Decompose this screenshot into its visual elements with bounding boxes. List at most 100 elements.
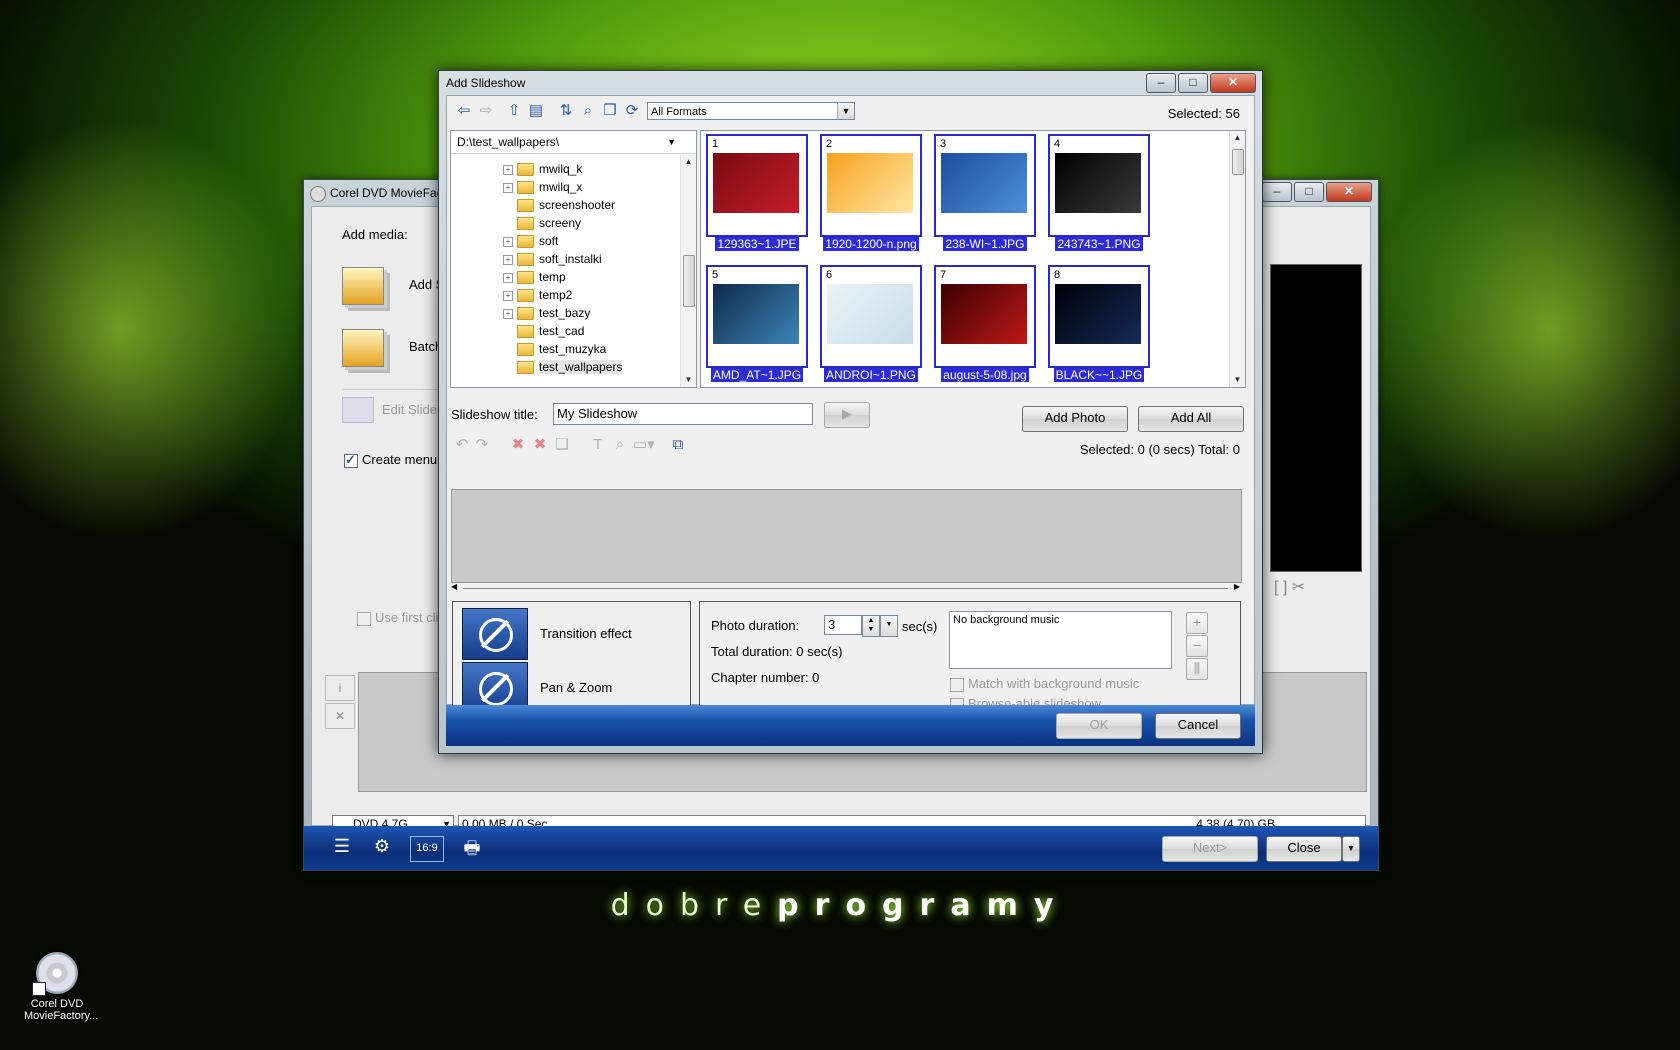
expand-icon[interactable]: +	[503, 236, 513, 247]
match-music-row[interactable]: Match with background music	[950, 676, 1139, 692]
delete-photo-icon[interactable]: ✖	[509, 436, 527, 454]
expand-icon[interactable]: +	[503, 182, 513, 193]
thumbnail-grid[interactable]: 1 129363~1.JPE 2 1920-1200-n.png 3 238-WI~1.J…	[700, 130, 1246, 388]
next-button[interactable]: Next>	[1162, 836, 1258, 862]
folder-tree-icon[interactable]: ▤	[527, 102, 545, 120]
tree-item[interactable]: test_muzyka	[503, 341, 606, 358]
view-icon[interactable]: ❐	[601, 102, 619, 120]
folder-path-select[interactable]: D:\test_wallpapers\ ▼	[451, 131, 696, 154]
remove-music-icon[interactable]: −	[1186, 635, 1208, 657]
menu-list-icon[interactable]: ☰	[326, 836, 358, 860]
settings-icon[interactable]: ⚙	[366, 836, 398, 860]
delete-all-icon[interactable]: ✖	[531, 436, 549, 454]
expand-icon[interactable]: +	[503, 308, 513, 319]
slideshow-title-input[interactable]: My Slideshow	[553, 403, 813, 425]
thumbnail-frame[interactable]: 3	[934, 134, 1036, 237]
cancel-button[interactable]: Cancel	[1155, 713, 1241, 739]
delete-icon[interactable]: ✕	[325, 703, 355, 729]
tree-item[interactable]: + temp2	[503, 287, 572, 304]
close-button[interactable]: Close	[1266, 836, 1342, 862]
tree-item[interactable]: + soft_instalki	[503, 251, 602, 268]
photo-thumbnail[interactable]: 6 ANDROI~1.PNG	[820, 265, 928, 385]
add-all-button[interactable]: Add All	[1138, 406, 1244, 432]
music-settings-icon[interactable]: ⫼	[1186, 658, 1208, 680]
photo-thumbnail[interactable]: 1 129363~1.JPE	[706, 134, 814, 254]
thumbnail-frame[interactable]: 4	[1048, 134, 1150, 237]
duration-spinner[interactable]: ▲ ▼	[862, 615, 880, 637]
tree-item[interactable]: + soft	[503, 233, 558, 250]
match-music-checkbox[interactable]	[950, 677, 964, 692]
scroll-up-icon[interactable]: ▲	[1230, 131, 1245, 145]
scroll-down-icon[interactable]: ▼	[681, 373, 696, 387]
duration-dropdown[interactable]: ▼	[880, 615, 898, 637]
photo-thumbnail[interactable]: 2 1920-1200-n.png	[820, 134, 928, 254]
export-icon[interactable]: ⧉	[669, 436, 687, 454]
tree-item[interactable]: screeny	[503, 215, 581, 232]
preview-controls[interactable]: [ ] ✂	[1274, 577, 1305, 597]
info-icon[interactable]: i	[325, 675, 355, 701]
tree-item[interactable]: screenshooter	[503, 197, 615, 214]
rotate-left-icon[interactable]: ↶	[453, 436, 471, 454]
dialog-titlebar[interactable]: Add Slideshow – □ ✕	[439, 71, 1262, 95]
play-button[interactable]: ▶	[824, 402, 870, 428]
tree-item[interactable]: + temp	[503, 269, 566, 286]
thumbnail-frame[interactable]: 2	[820, 134, 922, 237]
scroll-left-icon[interactable]: ◀	[451, 582, 457, 591]
thumbs-scroll-thumb[interactable]	[1232, 149, 1244, 175]
dialog-close-button[interactable]: ✕	[1210, 73, 1256, 93]
dialog-maximize-button[interactable]: □	[1178, 73, 1208, 93]
format-filter-select[interactable]: All Formats ▼	[647, 102, 855, 120]
scroll-down-icon[interactable]: ▼	[1230, 373, 1245, 387]
batch-icon[interactable]	[342, 329, 384, 367]
add-photo-button[interactable]: Add Photo	[1022, 406, 1128, 432]
copy-icon[interactable]: ❏	[553, 436, 571, 454]
tree-item[interactable]: + mwilq_x	[503, 179, 582, 196]
close-window-button[interactable]: ✕	[1326, 182, 1372, 202]
photo-thumbnail[interactable]: 7 august-5-08.jpg	[934, 265, 1042, 385]
thumbnail-frame[interactable]: 8	[1048, 265, 1150, 368]
tree-item[interactable]: test_cad	[503, 323, 584, 340]
expand-icon[interactable]: +	[503, 290, 513, 301]
no-effect-icon[interactable]	[462, 608, 528, 660]
tree-scrollbar[interactable]: ▲ ▼	[680, 155, 696, 387]
photo-thumbnail[interactable]: 8 BLACK~~1.JPG	[1048, 265, 1156, 385]
tree-item[interactable]: + test_bazy	[503, 305, 590, 322]
forward-arrow-icon[interactable]: ⇨	[477, 102, 495, 120]
thumbnail-frame[interactable]: 6	[820, 265, 922, 368]
photo-thumbnail[interactable]: 3 238-WI~1.JPG	[934, 134, 1042, 254]
thumbnail-frame[interactable]: 5	[706, 265, 808, 368]
scroll-up-icon[interactable]: ▲	[681, 155, 696, 169]
photo-duration-input[interactable]: 3	[824, 615, 862, 635]
create-menu-checkbox[interactable]	[344, 452, 358, 468]
add-music-icon[interactable]: +	[1186, 612, 1208, 634]
printer-icon[interactable]: 🖶	[456, 836, 488, 860]
background-music-box[interactable]: No background music	[949, 611, 1172, 669]
thumbnail-frame[interactable]: 7	[934, 265, 1036, 368]
text-icon[interactable]: T	[589, 436, 607, 454]
zoom-icon[interactable]: ⌕	[611, 436, 629, 454]
storyboard-scrollbar[interactable]: ◀ ▶	[451, 582, 1240, 594]
back-arrow-icon[interactable]: ⇦	[455, 102, 473, 120]
add-slideshow-icon[interactable]	[342, 267, 384, 305]
expand-icon[interactable]: +	[503, 164, 513, 175]
storyboard-area[interactable]	[451, 489, 1242, 583]
scroll-right-icon[interactable]: ▶	[1234, 582, 1240, 591]
use-first-clip-row[interactable]: Use first cli	[357, 610, 439, 626]
page-dropdown-icon[interactable]: ▭▾	[633, 436, 655, 454]
transition-effect-label[interactable]: Transition effect	[540, 626, 632, 641]
pan-zoom-label[interactable]: Pan & Zoom	[540, 680, 612, 695]
use-first-clip-checkbox[interactable]	[357, 611, 371, 626]
tree-scroll-thumb[interactable]	[683, 255, 695, 307]
create-menu-checkbox-row[interactable]: Create menu	[344, 452, 437, 468]
dialog-minimize-button[interactable]: –	[1146, 73, 1176, 93]
desktop-icon-corel-dvd[interactable]: Corel DVD MovieFactory...	[24, 952, 98, 1022]
refresh-icon[interactable]: ⟳	[623, 102, 641, 120]
photo-thumbnail[interactable]: 5 AMD_AT~1.JPG	[706, 265, 814, 385]
expand-icon[interactable]: +	[503, 254, 513, 265]
rotate-right-icon[interactable]: ↷	[473, 436, 491, 454]
maximize-button[interactable]: □	[1294, 182, 1324, 202]
thumbnail-frame[interactable]: 1	[706, 134, 808, 237]
minimize-button[interactable]: –	[1262, 182, 1292, 202]
ok-button[interactable]: OK	[1056, 713, 1142, 739]
edit-slideshow-link[interactable]: Edit Slide	[382, 402, 437, 417]
